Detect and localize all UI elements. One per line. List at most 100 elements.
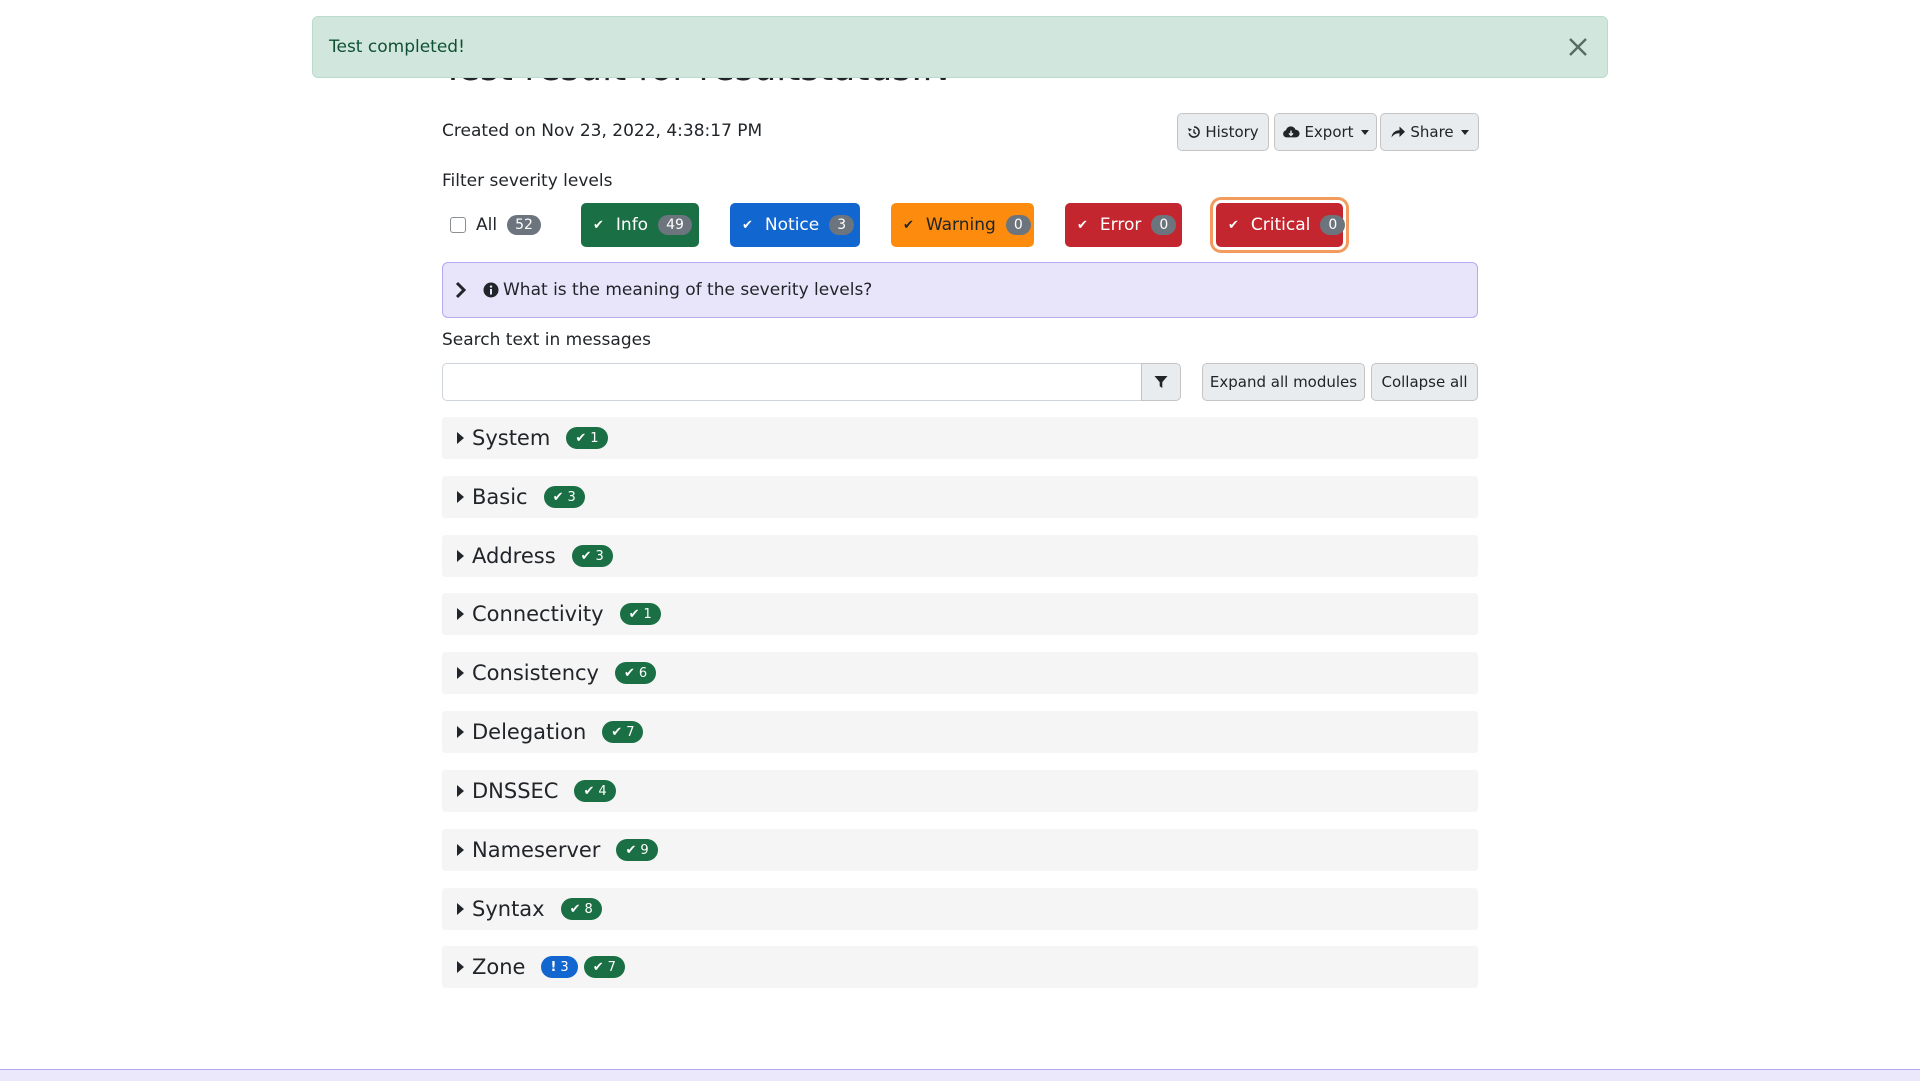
module-syntax[interactable]: Syntax ✔ 8: [442, 888, 1478, 930]
info-count: 9: [640, 842, 649, 858]
success-alert: Test completed!: [312, 16, 1608, 78]
module-name: Zone: [472, 955, 526, 979]
caret-right-icon: [457, 844, 464, 856]
search-input[interactable]: [442, 363, 1142, 401]
severity-info-text: What is the meaning of the severity leve…: [503, 280, 873, 300]
filter-warning-label: Warning: [925, 215, 996, 235]
filter-info-label: Info: [615, 215, 649, 235]
caret-right-icon: [457, 608, 464, 620]
share-label: Share: [1410, 123, 1454, 141]
info-count-badge: ✔ 8: [560, 898, 602, 920]
module-name: Syntax: [472, 897, 545, 921]
collapse-all-button[interactable]: Collapse all: [1371, 363, 1478, 401]
history-button[interactable]: History: [1177, 113, 1269, 151]
alert-text: Test completed!: [329, 37, 465, 57]
notice-count: 3: [560, 959, 569, 975]
info-count: 6: [638, 665, 648, 681]
module-name: Consistency: [472, 661, 599, 685]
module-connectivity[interactable]: Connectivity ✔ 1: [442, 593, 1478, 635]
module-address[interactable]: Address ✔ 3: [442, 535, 1478, 577]
info-count-badge: ✔ 1: [566, 427, 608, 449]
filter-info-button[interactable]: ✔ Info 49: [581, 203, 699, 247]
module-system[interactable]: System ✔ 1: [442, 417, 1478, 459]
module-name: DNSSEC: [472, 779, 559, 803]
check-icon: ✔: [611, 724, 623, 740]
count-badge: 0: [1151, 215, 1177, 235]
filter-icon: [1154, 376, 1168, 388]
check-icon: ✔: [592, 959, 604, 975]
history-label: History: [1205, 123, 1259, 141]
check-icon: ✔: [593, 217, 604, 233]
export-button[interactable]: Export: [1274, 113, 1377, 151]
export-label: Export: [1304, 123, 1354, 141]
search-label: Search text in messages: [442, 330, 651, 350]
check-icon: ✔: [552, 489, 564, 505]
checkbox[interactable]: [450, 217, 466, 233]
module-name: Connectivity: [472, 602, 604, 626]
filter-warning-button[interactable]: ✔ Warning 0: [891, 203, 1034, 247]
search-filter-button[interactable]: [1141, 363, 1181, 401]
expand-all-button[interactable]: Expand all modules: [1202, 363, 1365, 401]
module-consistency[interactable]: Consistency ✔ 6: [442, 652, 1478, 694]
check-icon: ✔: [580, 548, 592, 564]
info-count: 3: [595, 548, 604, 564]
caret-right-icon: [457, 491, 464, 503]
share-icon: [1391, 126, 1406, 138]
chevron-down-icon: [1460, 129, 1469, 135]
module-name: Address: [472, 544, 556, 568]
filter-all-label: All: [476, 215, 498, 235]
info-count: 4: [598, 783, 607, 799]
module-nameserver[interactable]: Nameserver ✔ 9: [442, 829, 1478, 871]
check-icon: ✔: [625, 842, 637, 858]
info-count-badge: ✔ 3: [543, 486, 585, 508]
module-name: System: [472, 426, 551, 450]
count-badge: 52: [507, 215, 541, 235]
filter-critical-button[interactable]: ✔ Critical 0: [1216, 203, 1346, 247]
info-count-badge: ✔ 7: [602, 721, 644, 743]
check-icon: ✔: [742, 217, 753, 233]
filter-label: Filter severity levels: [442, 171, 613, 191]
count-badge: 0: [1005, 215, 1031, 235]
info-count: 1: [590, 430, 599, 446]
info-count-badge: ✔ 4: [574, 780, 616, 802]
module-basic[interactable]: Basic ✔ 3: [442, 476, 1478, 518]
filter-notice-label: Notice: [764, 215, 820, 235]
chevron-down-icon: [1360, 129, 1369, 135]
module-name: Basic: [472, 485, 528, 509]
filter-critical-label: Critical: [1250, 215, 1311, 235]
footer: [0, 1069, 1920, 1081]
check-icon: ✔: [903, 217, 914, 233]
module-dnssec[interactable]: DNSSEC ✔ 4: [442, 770, 1478, 812]
chevron-right-icon: [455, 281, 467, 299]
info-count-badge: ✔ 1: [619, 603, 661, 625]
check-icon: ✔: [623, 665, 635, 681]
severity-info-toggle[interactable]: What is the meaning of the severity leve…: [442, 262, 1478, 318]
caret-right-icon: [457, 903, 464, 915]
check-icon: ✔: [583, 783, 595, 799]
info-count-badge: ✔ 3: [571, 545, 613, 567]
check-icon: ✔: [575, 430, 587, 446]
notice-count-badge: ! 3: [541, 956, 578, 978]
module-delegation[interactable]: Delegation ✔ 7: [442, 711, 1478, 753]
filter-error-label: Error: [1099, 215, 1142, 235]
caret-right-icon: [457, 785, 464, 797]
info-count: 3: [567, 489, 576, 505]
filter-notice-button[interactable]: ✔ Notice 3: [730, 203, 860, 247]
info-count-badge: ✔ 6: [614, 662, 657, 684]
info-count: 1: [643, 606, 652, 622]
filter-error-button[interactable]: ✔ Error 0: [1065, 203, 1182, 247]
filter-all[interactable]: All 52: [450, 203, 541, 247]
module-zone[interactable]: Zone ! 3 ✔ 7: [442, 946, 1478, 988]
caret-right-icon: [457, 667, 464, 679]
check-icon: ✔: [1228, 217, 1239, 233]
created-date: Created on Nov 23, 2022, 4:38:17 PM: [442, 121, 763, 141]
close-icon[interactable]: [1563, 32, 1593, 62]
info-count: 8: [584, 901, 593, 917]
share-button[interactable]: Share: [1380, 113, 1479, 151]
check-icon: ✔: [628, 606, 640, 622]
caret-right-icon: [457, 550, 464, 562]
module-name: Delegation: [472, 720, 587, 744]
cloud-download-icon: [1283, 126, 1300, 138]
info-circle-icon: [483, 282, 499, 298]
module-name: Nameserver: [472, 838, 601, 862]
